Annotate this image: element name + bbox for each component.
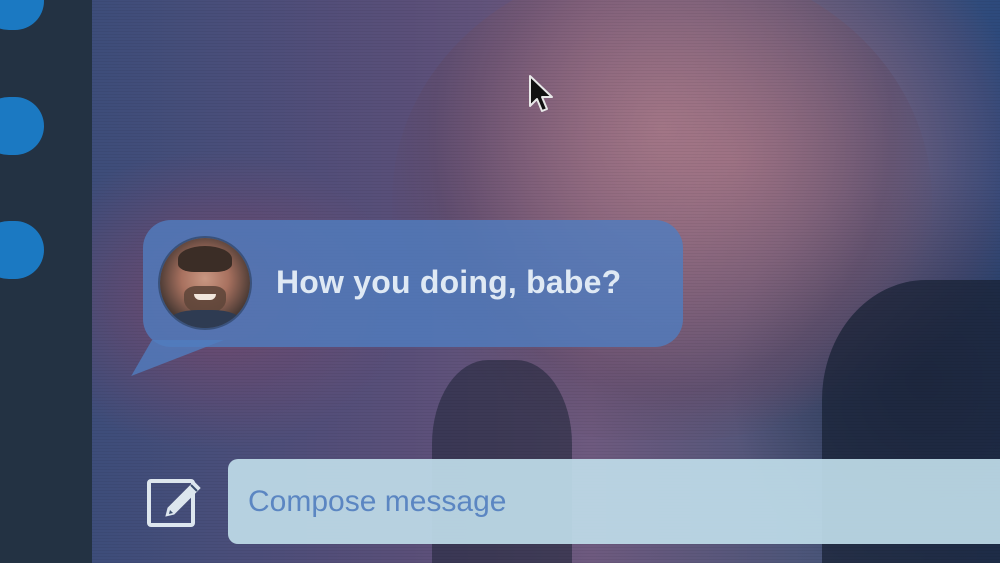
compose-message-input[interactable]: Compose message — [228, 459, 1000, 544]
sidebar-item-3[interactable] — [0, 221, 44, 279]
sidebar-item-1[interactable] — [0, 0, 44, 30]
left-sidebar — [0, 0, 92, 563]
avatar-hair — [178, 246, 232, 272]
compose-icon[interactable] — [146, 472, 204, 530]
compose-placeholder: Compose message — [248, 484, 507, 518]
messaging-screen: How you doing, babe? Compose message — [0, 0, 1000, 563]
avatar-smile — [194, 294, 216, 300]
contact-avatar[interactable] — [160, 238, 250, 328]
message-text: How you doing, babe? — [276, 264, 622, 300]
avatar-shirt — [168, 310, 242, 328]
mouse-pointer-icon — [528, 74, 554, 114]
sidebar-item-2[interactable] — [0, 97, 44, 155]
